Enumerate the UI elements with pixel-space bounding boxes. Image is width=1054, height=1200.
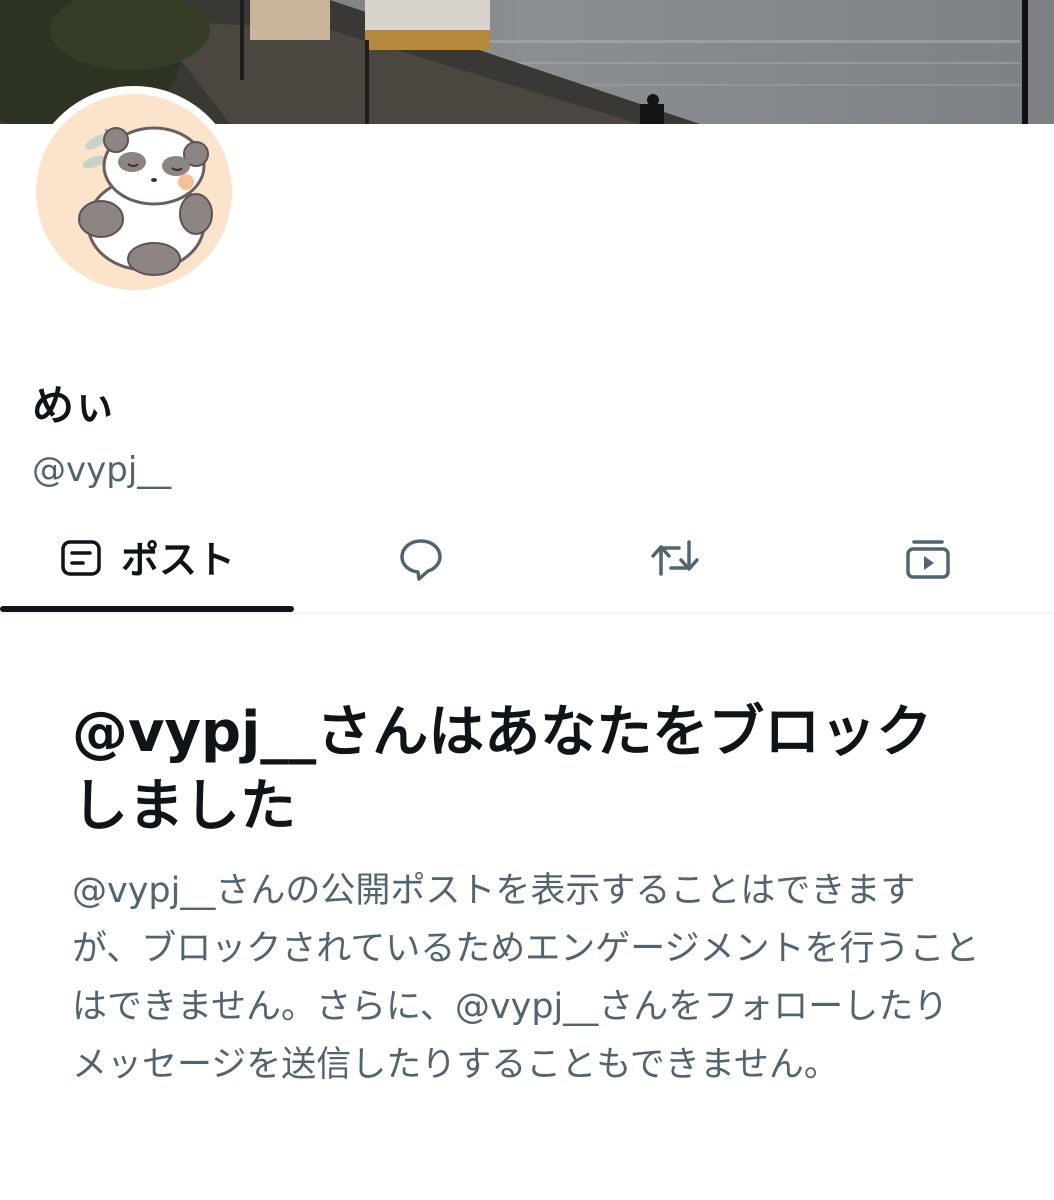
selected-tab-indicator [0,606,294,612]
blocked-title: @vypj__さんはあなたをブロックしました [72,700,933,839]
replies-icon [397,534,445,586]
blocked-description: @vypj__さんの公開ポストを表示することはできますが、ブロックされているため… [72,871,980,1085]
avatar[interactable] [28,86,240,298]
tab-posts-label: ポスト [120,538,235,582]
tab-reposts[interactable] [548,510,802,610]
tab-replies[interactable] [294,510,548,610]
posts-icon [59,536,103,584]
user-handle: @vypj__ [32,450,172,490]
profile-tabs: ポスト [0,510,1054,614]
profile-page: めぃ @vypj__ ポスト @vypj__さんはあなたをブロックしました @v… [0,0,1054,1200]
media-icon [904,534,952,586]
tab-posts[interactable]: ポスト [0,510,294,610]
display-name: めぃ [32,381,117,430]
panda-avatar-image [36,94,232,290]
repost-icon [649,534,701,586]
tab-media[interactable] [802,510,1054,610]
